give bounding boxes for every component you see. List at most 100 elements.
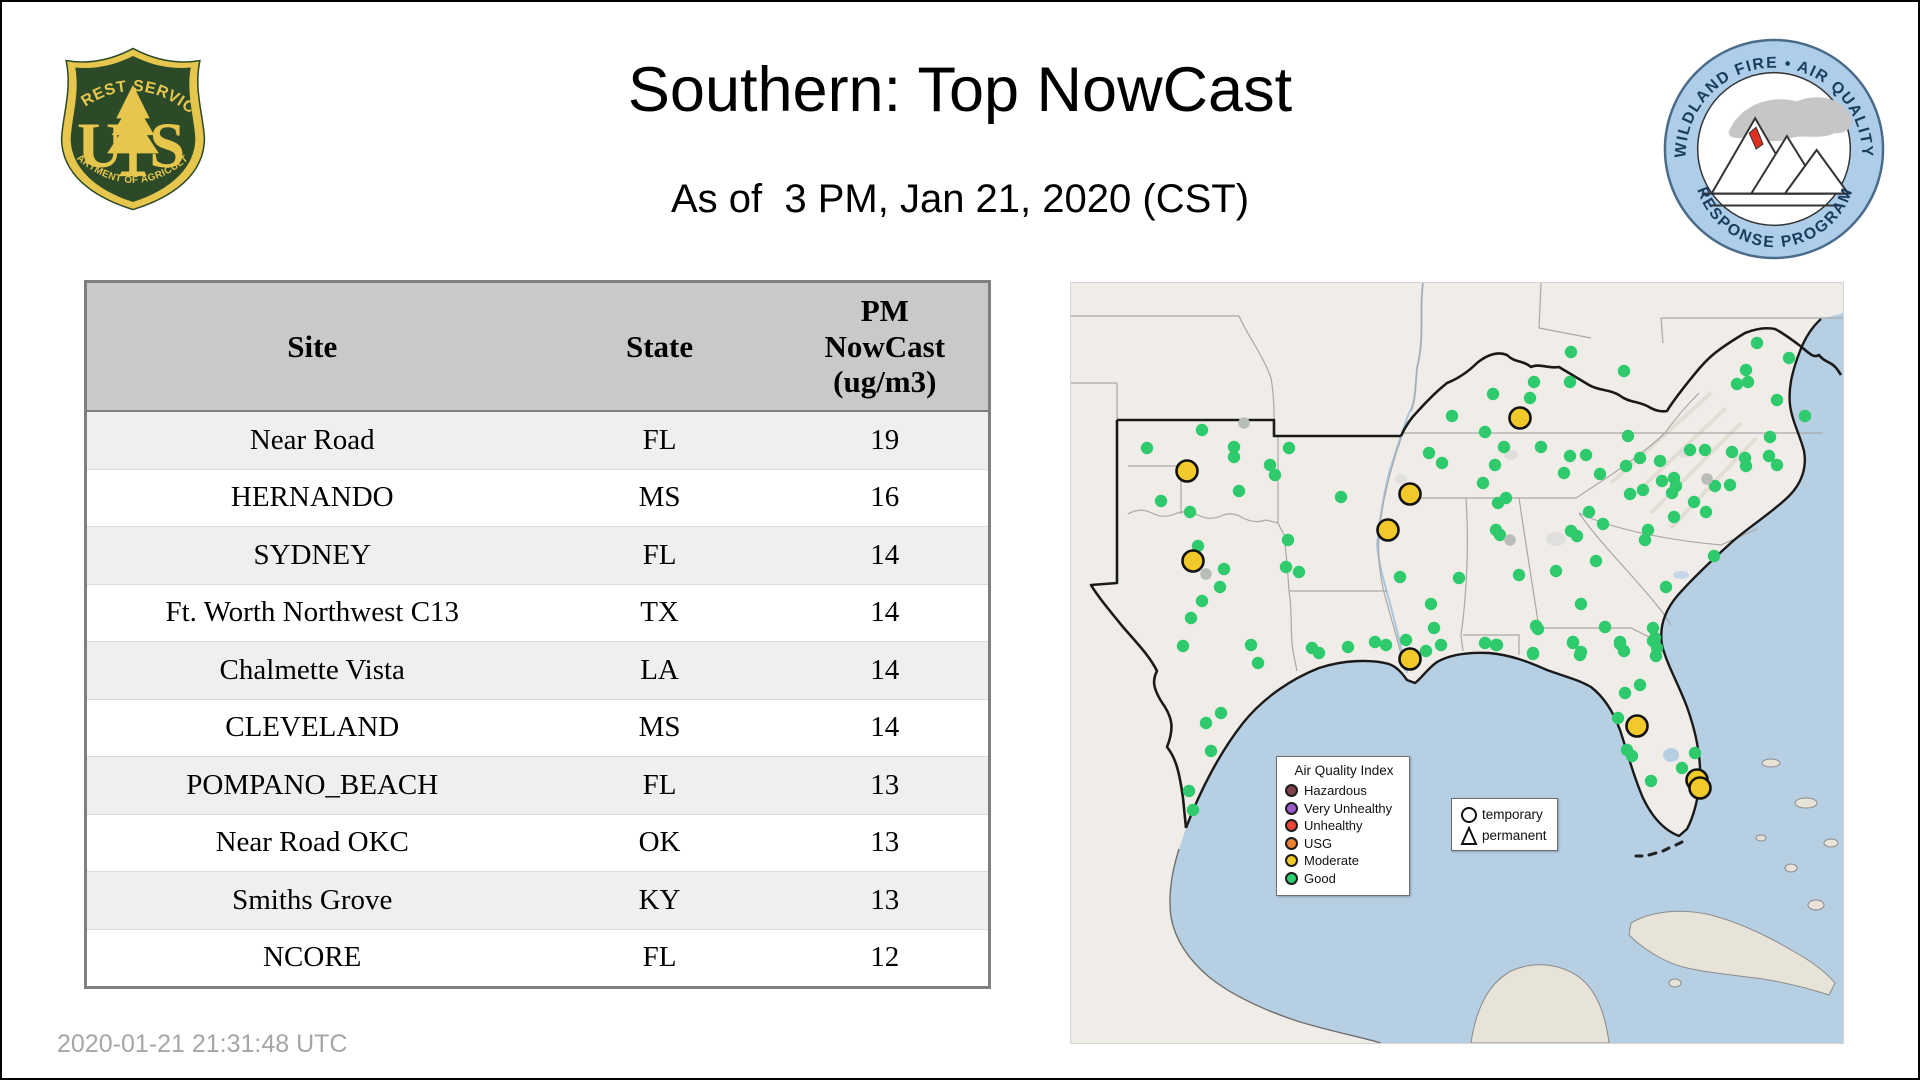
good-site-dot: [1436, 457, 1448, 469]
table-header-row: Site State PM NowCast (ug/m3): [86, 282, 990, 412]
aqi-color-dot-icon: [1285, 784, 1298, 797]
pm-nowcast-cell: 13: [782, 872, 990, 930]
good-site-dot: [1676, 762, 1688, 774]
good-site-dot: [1764, 431, 1776, 443]
good-site-dot: [1196, 595, 1208, 607]
aqi-map: Air Quality Index HazardousVery Unhealth…: [1070, 282, 1844, 1044]
good-site-dot: [1571, 530, 1583, 542]
good-site-dot: [1740, 460, 1752, 472]
good-site-dot: [1498, 441, 1510, 453]
good-site-dot: [1620, 460, 1632, 472]
good-site-dot: [1479, 426, 1491, 438]
state-cell: FL: [538, 527, 782, 585]
good-site-dot: [1574, 649, 1586, 661]
good-site-dot: [1335, 491, 1347, 503]
good-site-dot: [1446, 410, 1458, 422]
site-cell: Smiths Grove: [86, 872, 538, 930]
aqi-legend-label: Unhealthy: [1304, 818, 1363, 833]
good-site-dot: [1532, 623, 1544, 635]
good-site-dot: [1513, 569, 1525, 581]
good-site-dot: [1799, 410, 1811, 422]
table-row: CLEVELANDMS14: [86, 699, 990, 757]
good-site-dot: [1187, 804, 1199, 816]
good-site-dot: [1618, 365, 1630, 377]
good-site-dot: [1650, 650, 1662, 662]
pm-nowcast-cell: 13: [782, 814, 990, 872]
marker-type-legend: temporary permanent: [1451, 798, 1558, 851]
good-site-dot: [1634, 679, 1646, 691]
good-site-dot: [1342, 641, 1354, 653]
good-site-dot: [1535, 441, 1547, 453]
table-row: Near Road OKCOK13: [86, 814, 990, 872]
aqi-legend-items: HazardousVery UnhealthyUnhealthyUSGModer…: [1285, 782, 1403, 887]
good-site-dot: [1269, 469, 1281, 481]
good-site-dot: [1740, 364, 1752, 376]
good-site-dot: [1634, 452, 1646, 464]
page-title: Southern: Top NowCast: [2, 54, 1918, 126]
state-cell: MS: [538, 699, 782, 757]
good-site-dot: [1233, 485, 1245, 497]
column-header-pm-nowcast: PM NowCast (ug/m3): [782, 282, 990, 412]
marker-legend-label: permanent: [1482, 828, 1547, 843]
good-site-dot: [1380, 639, 1392, 651]
pm-nowcast-cell: 14: [782, 584, 990, 642]
good-site-dot: [1688, 496, 1700, 508]
wfaqrp-logo-icon: WILDLAND FIRE • AIR QUALITY RESPONSE PRO…: [1660, 35, 1888, 263]
good-site-dot: [1491, 639, 1503, 651]
good-site-dot: [1183, 785, 1195, 797]
site-cell: NCORE: [86, 929, 538, 988]
aqi-legend-label: Moderate: [1304, 853, 1359, 868]
site-cell: SYDNEY: [86, 527, 538, 585]
column-header-state: State: [538, 282, 782, 412]
marker-legend-item: permanent: [1460, 825, 1553, 846]
good-site-dot: [1622, 430, 1634, 442]
table-row: HERNANDOMS16: [86, 469, 990, 527]
good-site-dot: [1428, 622, 1440, 634]
good-site-dot: [1618, 645, 1630, 657]
good-site-dot: [1550, 565, 1562, 577]
aqi-legend-item: USG: [1285, 835, 1403, 853]
aqi-legend-label: Hazardous: [1304, 783, 1367, 798]
good-site-dot: [1700, 506, 1712, 518]
good-site-dot: [1245, 639, 1257, 651]
aqi-legend-label: USG: [1304, 836, 1332, 851]
good-site-dot: [1771, 394, 1783, 406]
state-cell: FL: [538, 929, 782, 988]
column-header-site: Site: [86, 282, 538, 412]
aqi-legend: Air Quality Index HazardousVery Unhealth…: [1276, 756, 1410, 896]
moderate-site-dot: [1378, 520, 1399, 541]
good-site-dot: [1668, 511, 1680, 523]
good-site-dot: [1689, 747, 1701, 759]
table-row: Chalmette VistaLA14: [86, 642, 990, 700]
good-site-dot: [1184, 506, 1196, 518]
good-site-dot: [1708, 550, 1720, 562]
good-site-dot: [1293, 566, 1305, 578]
good-site-dot: [1200, 717, 1212, 729]
good-site-dot: [1724, 479, 1736, 491]
good-site-dot: [1626, 750, 1638, 762]
state-cell: MS: [538, 469, 782, 527]
good-site-dot: [1731, 378, 1743, 390]
good-site-dot: [1590, 555, 1602, 567]
table-row: Near RoadFL19: [86, 411, 990, 469]
good-site-dot: [1619, 687, 1631, 699]
wfaqrp-logo: WILDLAND FIRE • AIR QUALITY RESPONSE PRO…: [1660, 35, 1888, 263]
generated-timestamp: 2020-01-21 21:31:48 UTC: [57, 1030, 347, 1059]
moderate-site-dot: [1183, 551, 1204, 572]
good-site-dot: [1564, 376, 1576, 388]
map-canvas: [1071, 283, 1843, 1043]
good-site-dot: [1580, 449, 1592, 461]
good-site-dot: [1214, 581, 1226, 593]
site-cell: HERNANDO: [86, 469, 538, 527]
table-row: Smiths GroveKY13: [86, 872, 990, 930]
good-site-dot: [1528, 376, 1540, 388]
aqi-color-dot-icon: [1285, 802, 1298, 815]
good-site-dot: [1141, 442, 1153, 454]
pm-nowcast-cell: 19: [782, 411, 990, 469]
lake-okeechobee: [1663, 748, 1679, 762]
good-site-dot: [1479, 637, 1491, 649]
good-site-dot: [1400, 634, 1412, 646]
marker-legend-label: temporary: [1482, 807, 1543, 822]
site-cell: Near Road OKC: [86, 814, 538, 872]
state-cell: KY: [538, 872, 782, 930]
